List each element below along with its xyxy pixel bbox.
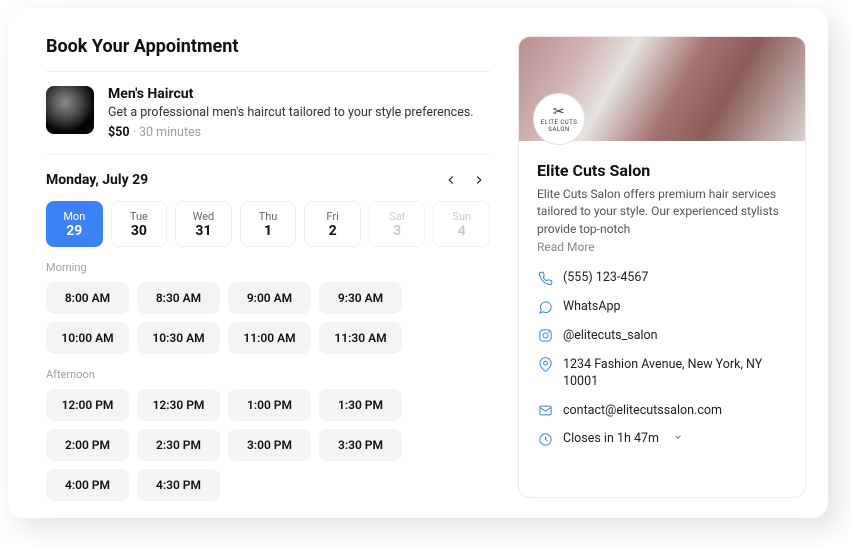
day-option[interactable]: Fri2 xyxy=(304,201,361,247)
email-icon xyxy=(537,403,553,419)
phone-text: (555) 123-4567 xyxy=(563,270,648,287)
chevron-right-icon xyxy=(472,173,486,187)
time-slot[interactable]: 2:30 PM xyxy=(137,429,220,461)
day-number: 4 xyxy=(458,223,466,239)
email-text: contact@elitecutssalon.com xyxy=(563,403,722,420)
hours-text: Closes in 1h 47m xyxy=(563,431,659,448)
booking-left: Book Your Appointment Men's Haircut Get … xyxy=(46,36,490,498)
service-row: Men's Haircut Get a professional men's h… xyxy=(46,86,490,140)
day-option: Sat3 xyxy=(369,201,426,247)
time-slot[interactable]: 2:00 PM xyxy=(46,429,129,461)
service-name: Men's Haircut xyxy=(108,86,474,102)
logo-text-sub: SALON xyxy=(548,126,569,133)
business-cover-image: ✂ ELITE CUTS SALON xyxy=(519,37,805,141)
day-of-week: Thu xyxy=(259,210,278,223)
business-logo: ✂ ELITE CUTS SALON xyxy=(533,93,585,145)
day-of-week: Wed xyxy=(193,210,215,223)
day-of-week: Sun xyxy=(452,210,471,223)
day-of-week: Fri xyxy=(326,210,338,223)
page-title: Book Your Appointment xyxy=(46,36,490,57)
business-card: ✂ ELITE CUTS SALON Elite Cuts Salon Elit… xyxy=(518,36,806,498)
time-slot[interactable]: 3:00 PM xyxy=(228,429,311,461)
phone-row[interactable]: (555) 123-4567 xyxy=(537,270,787,287)
morning-label: Morning xyxy=(46,261,490,274)
time-slot[interactable]: 11:30 AM xyxy=(319,322,402,354)
time-slot[interactable]: 1:00 PM xyxy=(228,389,311,421)
time-slot[interactable]: 3:30 PM xyxy=(319,429,402,461)
day-option[interactable]: Mon29 xyxy=(46,201,103,247)
time-slot[interactable]: 8:30 AM xyxy=(137,282,220,314)
time-slot[interactable]: 4:00 PM xyxy=(46,469,129,501)
afternoon-label: Afternoon xyxy=(46,368,490,381)
chevron-left-icon xyxy=(444,173,458,187)
day-picker: Mon29Tue30Wed31Thu1Fri2Sat3Sun4 xyxy=(46,201,490,247)
hours-row[interactable]: Closes in 1h 47m xyxy=(537,431,787,448)
time-slot[interactable]: 10:30 AM xyxy=(137,322,220,354)
day-number: 2 xyxy=(329,223,337,239)
whatsapp-row[interactable]: WhatsApp xyxy=(537,299,787,316)
service-image xyxy=(46,86,94,134)
time-slot[interactable]: 10:00 AM xyxy=(46,322,129,354)
instagram-text: @elitecuts_salon xyxy=(563,328,658,345)
time-slot[interactable]: 9:00 AM xyxy=(228,282,311,314)
day-option: Sun4 xyxy=(433,201,490,247)
address-text: 1234 Fashion Avenue, New York, NY 10001 xyxy=(563,357,787,391)
business-body: Elite Cuts Salon Elite Cuts Salon offers… xyxy=(519,141,805,462)
time-slot[interactable]: 1:30 PM xyxy=(319,389,402,421)
service-description: Get a professional men's haircut tailore… xyxy=(108,105,474,120)
day-option[interactable]: Thu1 xyxy=(240,201,297,247)
day-number: 1 xyxy=(264,223,272,239)
location-icon xyxy=(537,357,553,373)
instagram-icon xyxy=(537,328,553,344)
service-info: Men's Haircut Get a professional men's h… xyxy=(108,86,474,140)
date-header: Monday, July 29 xyxy=(46,169,490,191)
time-slot[interactable]: 12:00 PM xyxy=(46,389,129,421)
day-of-week: Tue xyxy=(130,210,148,223)
time-slot[interactable]: 12:30 PM xyxy=(137,389,220,421)
service-price-row: $50 · 30 minutes xyxy=(108,125,474,140)
morning-slots: 8:00 AM8:30 AM9:00 AM9:30 AM 10:00 AM10:3… xyxy=(46,282,490,354)
week-nav xyxy=(440,169,490,191)
instagram-row[interactable]: @elitecuts_salon xyxy=(537,328,787,345)
time-slot[interactable]: 11:00 AM xyxy=(228,322,311,354)
day-option[interactable]: Wed31 xyxy=(175,201,232,247)
divider xyxy=(46,71,490,72)
phone-icon xyxy=(537,270,553,286)
next-week-button[interactable] xyxy=(468,169,490,191)
logo-text-top: ELITE CUTS xyxy=(541,119,578,126)
read-more-link[interactable]: Read More xyxy=(537,240,787,254)
booking-card: Book Your Appointment Men's Haircut Get … xyxy=(8,8,828,518)
prev-week-button[interactable] xyxy=(440,169,462,191)
address-row[interactable]: 1234 Fashion Avenue, New York, NY 10001 xyxy=(537,357,787,391)
day-of-week: Sat xyxy=(389,210,405,223)
day-number: 29 xyxy=(66,223,82,239)
whatsapp-text: WhatsApp xyxy=(563,299,621,316)
time-slot[interactable]: 8:00 AM xyxy=(46,282,129,314)
day-number: 31 xyxy=(195,223,211,239)
scissors-icon: ✂ xyxy=(553,105,565,119)
whatsapp-icon xyxy=(537,299,553,315)
afternoon-slots: 12:00 PM12:30 PM1:00 PM1:30 PM 2:00 PM2:3… xyxy=(46,389,490,501)
time-slot[interactable]: 4:30 PM xyxy=(137,469,220,501)
contact-list: (555) 123-4567 WhatsApp @elitecuts_salon xyxy=(537,270,787,448)
dot-separator: · xyxy=(133,125,136,140)
business-name: Elite Cuts Salon xyxy=(537,161,787,180)
email-row[interactable]: contact@elitecutssalon.com xyxy=(537,403,787,420)
divider xyxy=(46,154,490,155)
day-of-week: Mon xyxy=(63,210,85,223)
day-number: 30 xyxy=(131,223,147,239)
selected-date-label: Monday, July 29 xyxy=(46,172,148,188)
clock-icon xyxy=(537,431,553,447)
service-duration: 30 minutes xyxy=(139,125,201,140)
business-description: Elite Cuts Salon offers premium hair ser… xyxy=(537,186,787,238)
service-price: $50 xyxy=(108,125,130,140)
chevron-down-icon xyxy=(669,431,683,446)
day-option[interactable]: Tue30 xyxy=(111,201,168,247)
day-number: 3 xyxy=(393,223,401,239)
time-slot[interactable]: 9:30 AM xyxy=(319,282,402,314)
